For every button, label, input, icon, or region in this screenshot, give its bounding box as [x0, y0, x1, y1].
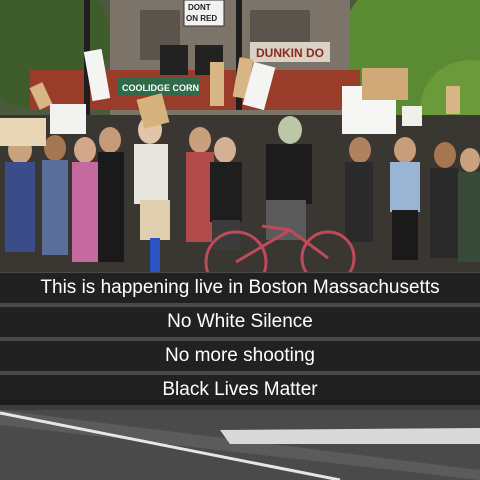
store-sign-right-text: DUNKIN DO	[256, 46, 324, 60]
caption-bar-3: No more shooting	[0, 341, 480, 371]
snapchat-story: DUNKIN DO COOLIDGE CORN DONT ON RED This…	[0, 0, 480, 480]
caption-text-1: This is happening live in Boston Massach…	[40, 277, 440, 298]
traffic-light	[160, 45, 188, 75]
caption-text-2: No White Silence	[167, 311, 313, 332]
crosswalk-stripe	[220, 428, 480, 444]
store-sign-text: COOLIDGE CORN	[122, 83, 199, 93]
caption-bar-1: This is happening live in Boston Massach…	[0, 273, 480, 303]
caption-text-3: No more shooting	[165, 345, 315, 366]
street-sign-line2: ON RED	[186, 14, 217, 23]
caption-bar-4: Black Lives Matter	[0, 375, 480, 405]
street-sign-line1: DONT	[188, 3, 211, 12]
protest-photo: DUNKIN DO COOLIDGE CORN DONT ON RED	[0, 0, 480, 480]
caption-text-4: Black Lives Matter	[162, 379, 318, 400]
caption-bar-2: No White Silence	[0, 307, 480, 337]
